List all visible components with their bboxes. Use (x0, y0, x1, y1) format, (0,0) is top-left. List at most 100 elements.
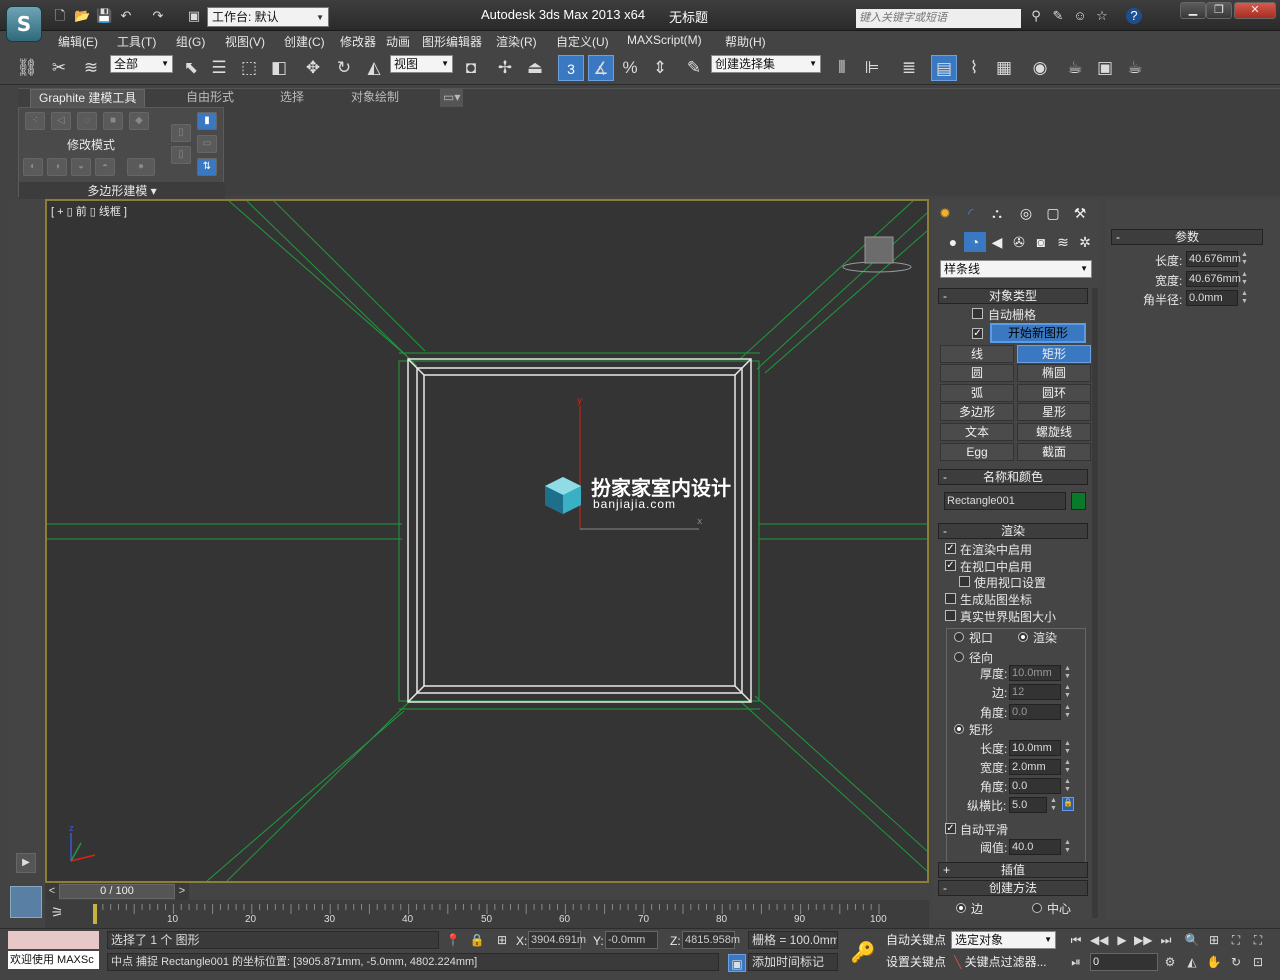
selection-filter-dropdown[interactable]: 全部 ▼ (110, 55, 173, 73)
donut-button[interactable]: 圆环 (1017, 384, 1091, 402)
maximize-viewport-icon[interactable]: ⊡ (1249, 953, 1267, 971)
z-coord-field[interactable]: 4815.958m (682, 931, 740, 949)
param-length-field[interactable]: 40.676mm (1186, 251, 1241, 267)
object-name-input[interactable]: Rectangle001 (944, 492, 1066, 510)
tab-selection[interactable]: 选择 (280, 89, 304, 107)
time-prev-button[interactable]: < (45, 883, 59, 900)
y-coord-field[interactable]: -0.0mm (605, 931, 658, 949)
arc-button[interactable]: 弧 (940, 384, 1014, 402)
modify-tool-4-icon[interactable]: ◓ (95, 158, 115, 176)
cameras-icon[interactable]: ✇ (1008, 232, 1030, 252)
maxscript-listener-pink[interactable] (8, 931, 99, 949)
zoom-all-icon[interactable]: ⊞ (1205, 931, 1223, 949)
expand-viewport-icon[interactable]: ▶ (16, 853, 36, 873)
menu-help[interactable]: 帮助(H) (725, 33, 766, 50)
add-time-tag-button[interactable]: 添加时间标记 (748, 953, 838, 971)
link-icon[interactable]: ⛓ (14, 55, 40, 81)
edit-named-selection-icon[interactable]: ✎ (681, 55, 707, 81)
display-tab-icon[interactable]: ▢ (1042, 203, 1064, 223)
select-manipulate-icon[interactable]: ✢ (492, 55, 518, 81)
modify-tool-3-icon[interactable]: ◒ (71, 158, 91, 176)
param-corner-spinner[interactable]: ▲ ▼ (1240, 290, 1249, 306)
current-frame-field[interactable]: 0 (1090, 953, 1158, 971)
pan-icon[interactable]: ✋ (1205, 953, 1223, 971)
edge-radio[interactable] (956, 903, 966, 913)
keyboard-shortcut-icon[interactable]: ⏏ (522, 55, 548, 81)
menu-rendering[interactable]: 渲染(R) (496, 33, 537, 50)
scene-explorer-icon[interactable]: ▤ (931, 55, 957, 81)
param-width-field[interactable]: 40.676mm (1186, 271, 1241, 287)
radial-angle-field[interactable]: 0.0 (1009, 704, 1061, 720)
center-radio[interactable] (1032, 903, 1042, 913)
auto-grid-checkbox[interactable] (972, 308, 983, 319)
name-color-rollout[interactable]: - 名称和颜色 (938, 469, 1088, 485)
aspect-field[interactable]: 5.0 (1009, 797, 1047, 813)
rect-angle-spinner[interactable]: ▲ ▼ (1063, 778, 1072, 794)
systems-icon[interactable]: ✲ (1074, 232, 1096, 252)
ellipse-button[interactable]: 椭圆 (1017, 364, 1091, 382)
selection-lock-icon[interactable]: 🔒 (468, 931, 486, 949)
search-input[interactable]: 键入关键字或短语 (856, 9, 1021, 28)
tab-object-paint[interactable]: 对象绘制 (351, 89, 399, 107)
side-tool-2-icon[interactable]: ▮ (197, 112, 217, 130)
user-icon[interactable]: ☺ (1072, 8, 1088, 24)
star-button[interactable]: 星形 (1017, 403, 1091, 421)
tab-freeform[interactable]: 自由形式 (186, 89, 234, 107)
side-tool-4-icon[interactable]: ▯ (171, 146, 191, 164)
start-new-shape-button[interactable]: 开始新图形 (990, 323, 1086, 343)
helpers-icon[interactable]: ◙ (1030, 232, 1052, 252)
creation-method-rollout[interactable]: - 创建方法 (938, 880, 1088, 896)
angle-snap-icon[interactable]: ∡ (588, 55, 614, 81)
workspace-dropdown[interactable]: 工作台: 默认 ▼ (207, 7, 329, 27)
rect-angle-field[interactable]: 0.0 (1009, 778, 1061, 794)
track-bar-menu-icon[interactable]: ⚞ (51, 904, 75, 922)
menu-customize[interactable]: 自定义(U) (556, 33, 609, 50)
set-key-button[interactable]: 设置关键点 (886, 953, 948, 971)
select-object-icon[interactable]: ⬉ (178, 55, 204, 81)
category-dropdown[interactable]: 样条线 ▼ (940, 260, 1092, 278)
param-length-spinner[interactable]: ▲ ▼ (1240, 251, 1249, 267)
next-frame-icon[interactable]: ▶▶ (1134, 931, 1152, 949)
polygon-modeling-dropdown[interactable]: 多边形建模 ▾ (19, 182, 225, 199)
section-button[interactable]: 截面 (1017, 443, 1091, 461)
go-to-start-icon[interactable]: ⏮ (1067, 931, 1085, 949)
time-config-icon[interactable]: ⚙ (1161, 953, 1179, 971)
enable-render-checkbox[interactable]: ✓ (945, 543, 956, 554)
create-tab-icon[interactable]: ✹ (934, 203, 956, 223)
hierarchy-tab-icon[interactable]: ⛬ (986, 203, 1008, 223)
new-file-icon[interactable]: 🗋 (52, 8, 68, 24)
absolute-mode-icon[interactable]: ⊞ (493, 931, 511, 949)
ngon-button[interactable]: 多边形 (940, 403, 1014, 421)
wrench-icon[interactable]: ✎ (1050, 8, 1066, 24)
side-tool-5-icon[interactable]: ⇅ (197, 158, 217, 176)
render-radio[interactable] (1018, 632, 1028, 642)
time-next-button[interactable]: > (175, 883, 189, 900)
front-viewport[interactable]: [ + ▯ 前 ▯ 线框 ] y x z 扮家家室内设计 banjiajia.c… (45, 199, 929, 883)
auto-key-button[interactable]: 自动关键点 (886, 931, 948, 949)
egg-button[interactable]: Egg (940, 443, 1014, 461)
menu-maxscript[interactable]: MAXScript(M) (627, 33, 702, 47)
spinner-snap-icon[interactable]: ⇕ (647, 55, 673, 81)
rect-selection-region-icon[interactable]: ⬚ (236, 55, 262, 81)
rotate-icon[interactable]: ↻ (331, 55, 357, 81)
line-button[interactable]: 线 (940, 345, 1014, 363)
tab-graphite[interactable]: Graphite 建模工具 (30, 89, 146, 107)
go-to-end-icon[interactable]: ⏭ (1157, 931, 1175, 949)
bind-spacewarp-icon[interactable]: ≋ (78, 55, 104, 81)
real-world-map-checkbox[interactable] (945, 610, 956, 621)
play-icon[interactable]: ▶ (1113, 931, 1131, 949)
mini-listener-icon[interactable] (10, 886, 42, 918)
viewport-label[interactable]: [ + ▯ 前 ▯ 线框 ] (51, 203, 127, 219)
object-color-swatch[interactable] (1071, 492, 1086, 510)
enable-viewport-checkbox[interactable]: ✓ (945, 560, 956, 571)
curve-editor-icon[interactable]: ⌇ (961, 55, 987, 81)
start-new-shape-checkbox[interactable]: ✓ (972, 328, 983, 339)
rect-width-spinner[interactable]: ▲ ▼ (1063, 759, 1072, 775)
radial-angle-spinner[interactable]: ▲ ▼ (1063, 704, 1072, 720)
menu-group[interactable]: 组(G) (176, 33, 205, 50)
render-production-icon[interactable]: ☕ (1122, 55, 1148, 81)
time-slider[interactable]: < 0 / 100 > (45, 883, 929, 900)
redo-icon[interactable]: ↷ (150, 8, 166, 24)
ribbon-options-icon[interactable]: ▭▾ (440, 89, 464, 107)
material-editor-icon[interactable]: ◉ (1027, 55, 1053, 81)
